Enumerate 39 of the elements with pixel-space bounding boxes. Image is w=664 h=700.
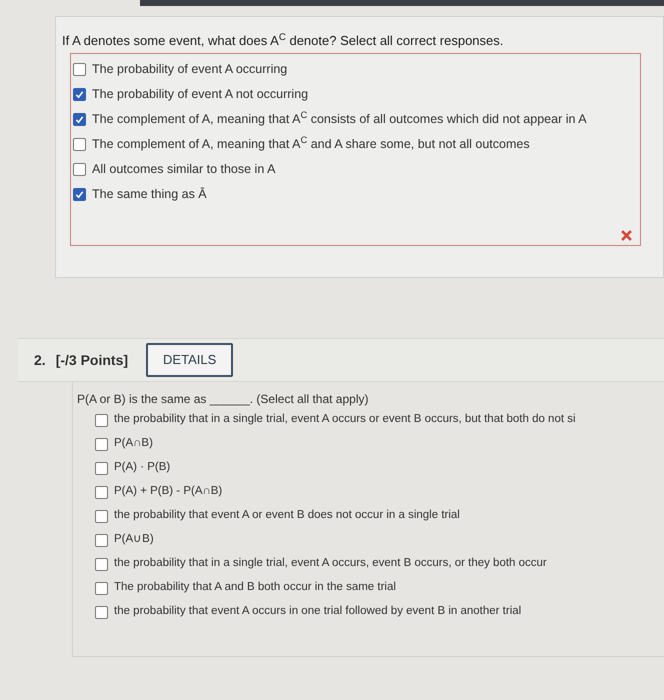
incorrect-x-icon xyxy=(621,230,632,240)
checkbox[interactable] xyxy=(95,558,108,570)
checkbox[interactable] xyxy=(95,582,108,594)
question-points: [-/3 Points] xyxy=(56,350,128,370)
option-label: P(A∩B) xyxy=(114,436,153,452)
question-prompt: If A denotes some event, what does A$^{C}$ denote? Select all correct responses. xyxy=(62,31,504,50)
option-label: P(A∪B) xyxy=(114,532,154,548)
option-label: All outcomes similar to those in A xyxy=(92,160,276,178)
checkbox[interactable] xyxy=(95,438,108,450)
checkmark-icon xyxy=(75,114,84,124)
checkbox[interactable] xyxy=(95,414,108,426)
checkbox[interactable] xyxy=(73,62,86,76)
checkbox[interactable] xyxy=(73,162,86,176)
checkbox[interactable] xyxy=(73,88,86,100)
option-label: The complement of A, meaning that A$^{C}$ consists of all outcomes which did not appear in A xyxy=(92,110,587,128)
checkmark-icon xyxy=(75,90,84,98)
checkbox[interactable] xyxy=(73,112,86,126)
option-label: P(A) + P(B) - P(A∩B) xyxy=(114,484,222,500)
option-label: The probability of event A not occurring xyxy=(92,86,308,103)
checkbox[interactable] xyxy=(73,188,86,200)
option-label: the probability that event A or event B does not occur in a single trial xyxy=(114,508,460,524)
checkbox[interactable] xyxy=(95,486,108,498)
checkbox[interactable] xyxy=(95,534,108,546)
option-label: The complement of A, meaning that A$^{C}$ and A share some, but not all outcomes xyxy=(92,134,530,153)
checkbox[interactable] xyxy=(73,138,86,150)
checkbox[interactable] xyxy=(95,510,108,522)
checkmark-icon xyxy=(75,190,84,198)
option-label: The probability of event A occurring xyxy=(92,60,288,78)
option-label: the probability that in a single trial, event A occurs, event B occurs, or they both occur xyxy=(114,556,547,572)
option-label: the probability that event A occurs in one trial followed by event B in another trial xyxy=(114,604,522,620)
option-label: the probability that in a single trial, event A occurs or event B occurs, but that both do not si xyxy=(114,412,576,428)
option-label: P(A) · P(B) xyxy=(114,460,170,476)
option-label: The same thing as Ā xyxy=(92,186,207,203)
checkbox[interactable] xyxy=(95,606,108,618)
details-button[interactable]: DETAILS xyxy=(146,343,234,377)
checkbox[interactable] xyxy=(95,462,108,474)
option-label: The probability that A and B both occur in the same trial xyxy=(114,580,396,596)
question-number: 2. xyxy=(34,350,46,370)
question-prompt: P(A or B) is the same as ______. (Select all that apply) xyxy=(77,391,370,408)
